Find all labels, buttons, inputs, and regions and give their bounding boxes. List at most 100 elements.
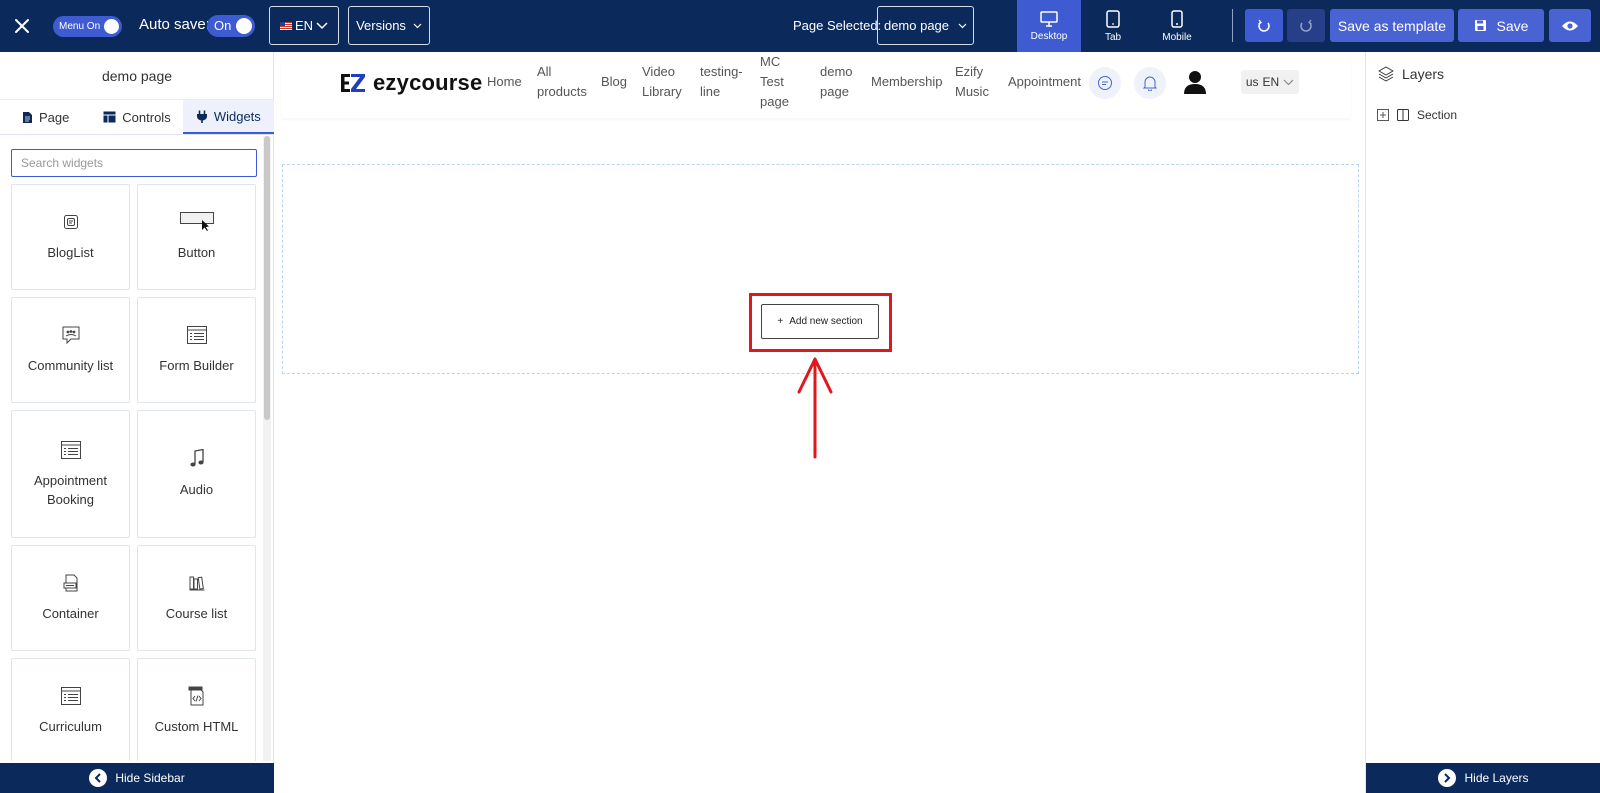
page-icon bbox=[22, 111, 32, 123]
hide-sidebar-button[interactable]: Hide Sidebar bbox=[0, 763, 274, 793]
close-editor-button[interactable] bbox=[8, 12, 36, 40]
site-header-preview[interactable]: ezycourse Home All products Blog Video L… bbox=[281, 52, 1351, 118]
autosave-toggle[interactable]: On bbox=[207, 15, 255, 37]
section-columns-icon bbox=[1397, 109, 1409, 121]
floppy-disk-icon bbox=[1474, 20, 1486, 31]
widget-label: Audio bbox=[179, 482, 214, 498]
logo-text: ezycourse bbox=[373, 70, 483, 95]
page-selected-label: Page Selected: bbox=[793, 18, 882, 33]
widget-curriculum[interactable]: Curriculum bbox=[11, 658, 130, 761]
device-desktop-label: Desktop bbox=[1030, 30, 1068, 42]
device-desktop-button[interactable]: Desktop bbox=[1017, 0, 1081, 52]
tab-widgets-label: Widgets bbox=[213, 108, 261, 124]
annotation-arrow-up-icon bbox=[797, 357, 833, 459]
expand-plus-icon[interactable] bbox=[1377, 109, 1389, 121]
page-select-dropdown[interactable]: demo page bbox=[877, 6, 974, 45]
nav-blog[interactable]: Blog bbox=[601, 72, 627, 92]
toolbar-divider bbox=[1232, 9, 1233, 42]
widget-label: Curriculum bbox=[39, 719, 102, 735]
tab-controls-label: Controls bbox=[122, 109, 171, 125]
tab-widgets[interactable]: Widgets bbox=[182, 100, 274, 134]
preview-button[interactable] bbox=[1549, 9, 1591, 42]
widget-bloglist[interactable]: BlogList bbox=[11, 184, 130, 290]
chat-icon bbox=[1098, 76, 1112, 90]
layers-panel: Layers Section Hide Layers bbox=[1365, 52, 1600, 793]
nav-membership[interactable]: Membership bbox=[871, 72, 943, 92]
chevron-down-icon bbox=[413, 23, 422, 28]
tab-page-label: Page bbox=[38, 109, 70, 125]
chevron-right-icon bbox=[1438, 769, 1457, 787]
widget-button[interactable]: Button bbox=[137, 184, 256, 290]
layers-stack-icon bbox=[1378, 66, 1394, 82]
device-switcher: Desktop Tab Mobile bbox=[1017, 0, 1209, 52]
site-language-dropdown[interactable]: us EN bbox=[1241, 70, 1299, 94]
chevron-down-icon bbox=[958, 23, 967, 28]
nav-testing-line[interactable]: testing-line bbox=[700, 62, 746, 102]
widget-community-list[interactable]: Community list bbox=[11, 297, 130, 403]
undo-button[interactable] bbox=[1245, 9, 1283, 42]
ezycourse-logo-icon bbox=[341, 74, 365, 92]
toggle-knob bbox=[104, 19, 119, 34]
close-icon bbox=[15, 19, 29, 33]
nav-home[interactable]: Home bbox=[487, 72, 522, 92]
widget-custom-html[interactable]: Custom HTML bbox=[137, 658, 256, 761]
button-icon bbox=[179, 211, 214, 233]
widget-course-list[interactable]: Course list bbox=[137, 545, 256, 651]
notifications-button[interactable] bbox=[1134, 67, 1166, 99]
sidebar-tabs: Page Controls Widgets bbox=[0, 100, 274, 135]
tablet-icon bbox=[1106, 9, 1120, 28]
tab-page[interactable]: Page bbox=[0, 100, 91, 134]
nav-ezify-music[interactable]: Ezify Music bbox=[955, 62, 991, 102]
widget-label: Community list bbox=[27, 358, 114, 374]
user-icon bbox=[1184, 71, 1206, 94]
chevron-down-icon bbox=[316, 21, 328, 29]
eye-icon bbox=[1562, 21, 1578, 30]
device-mobile-button[interactable]: Mobile bbox=[1145, 0, 1209, 52]
widget-label: Custom HTML bbox=[154, 719, 239, 735]
page-select-value: demo page bbox=[883, 18, 950, 33]
nav-all-products[interactable]: All products bbox=[537, 62, 587, 102]
menu-toggle[interactable]: Menu On bbox=[53, 16, 122, 37]
save-label: Save bbox=[1496, 17, 1529, 34]
editor-toolbar: Menu On Auto save: On EN Versions Page S… bbox=[0, 0, 1600, 52]
language-dropdown[interactable]: EN bbox=[269, 6, 339, 45]
redo-button[interactable] bbox=[1287, 9, 1325, 42]
layer-item-section[interactable]: Section bbox=[1377, 108, 1457, 122]
chat-button[interactable] bbox=[1089, 67, 1121, 99]
avatar[interactable] bbox=[1179, 66, 1211, 98]
layers-title: Layers bbox=[1402, 66, 1445, 82]
toggle-knob bbox=[236, 18, 252, 34]
nav-video-library[interactable]: Video Library bbox=[642, 62, 686, 102]
nav-appointment[interactable]: Appointment bbox=[1008, 72, 1081, 92]
device-mobile-label: Mobile bbox=[1162, 31, 1192, 43]
container-icon bbox=[60, 572, 82, 594]
save-button[interactable]: Save bbox=[1458, 9, 1544, 42]
autosave-state: On bbox=[214, 18, 232, 33]
menu-toggle-label: Menu On bbox=[59, 21, 101, 32]
device-tab-button[interactable]: Tab bbox=[1081, 0, 1145, 52]
hide-layers-button[interactable]: Hide Layers bbox=[1366, 763, 1600, 793]
nav-mc-test-page[interactable]: MC Test page bbox=[760, 52, 794, 112]
widget-appointment-booking[interactable]: Appointment Booking bbox=[11, 410, 130, 538]
widget-label: Course list bbox=[165, 606, 228, 622]
sidebar-scrollbar-thumb[interactable] bbox=[264, 136, 270, 420]
save-as-template-button[interactable]: Save as template bbox=[1330, 9, 1454, 42]
controls-icon bbox=[103, 111, 116, 123]
search-widgets-input[interactable] bbox=[11, 149, 257, 177]
widget-container[interactable]: Container bbox=[11, 545, 130, 651]
tab-controls[interactable]: Controls bbox=[91, 100, 182, 134]
versions-dropdown[interactable]: Versions bbox=[348, 6, 430, 45]
widget-label: Button bbox=[177, 245, 216, 261]
widget-label: BlogList bbox=[47, 245, 94, 261]
redo-icon bbox=[1300, 19, 1312, 32]
hide-sidebar-label: Hide Sidebar bbox=[115, 771, 185, 785]
widget-audio[interactable]: Audio bbox=[137, 410, 256, 538]
us-flag-icon bbox=[279, 21, 292, 30]
widget-label: Container bbox=[42, 606, 99, 622]
bell-icon bbox=[1143, 76, 1157, 91]
widget-form-builder[interactable]: Form Builder bbox=[137, 297, 256, 403]
curriculum-icon bbox=[60, 685, 82, 707]
nav-demo-page[interactable]: demo page bbox=[820, 62, 856, 102]
form-icon bbox=[186, 324, 208, 346]
widget-label: Appointment Booking bbox=[34, 472, 107, 508]
